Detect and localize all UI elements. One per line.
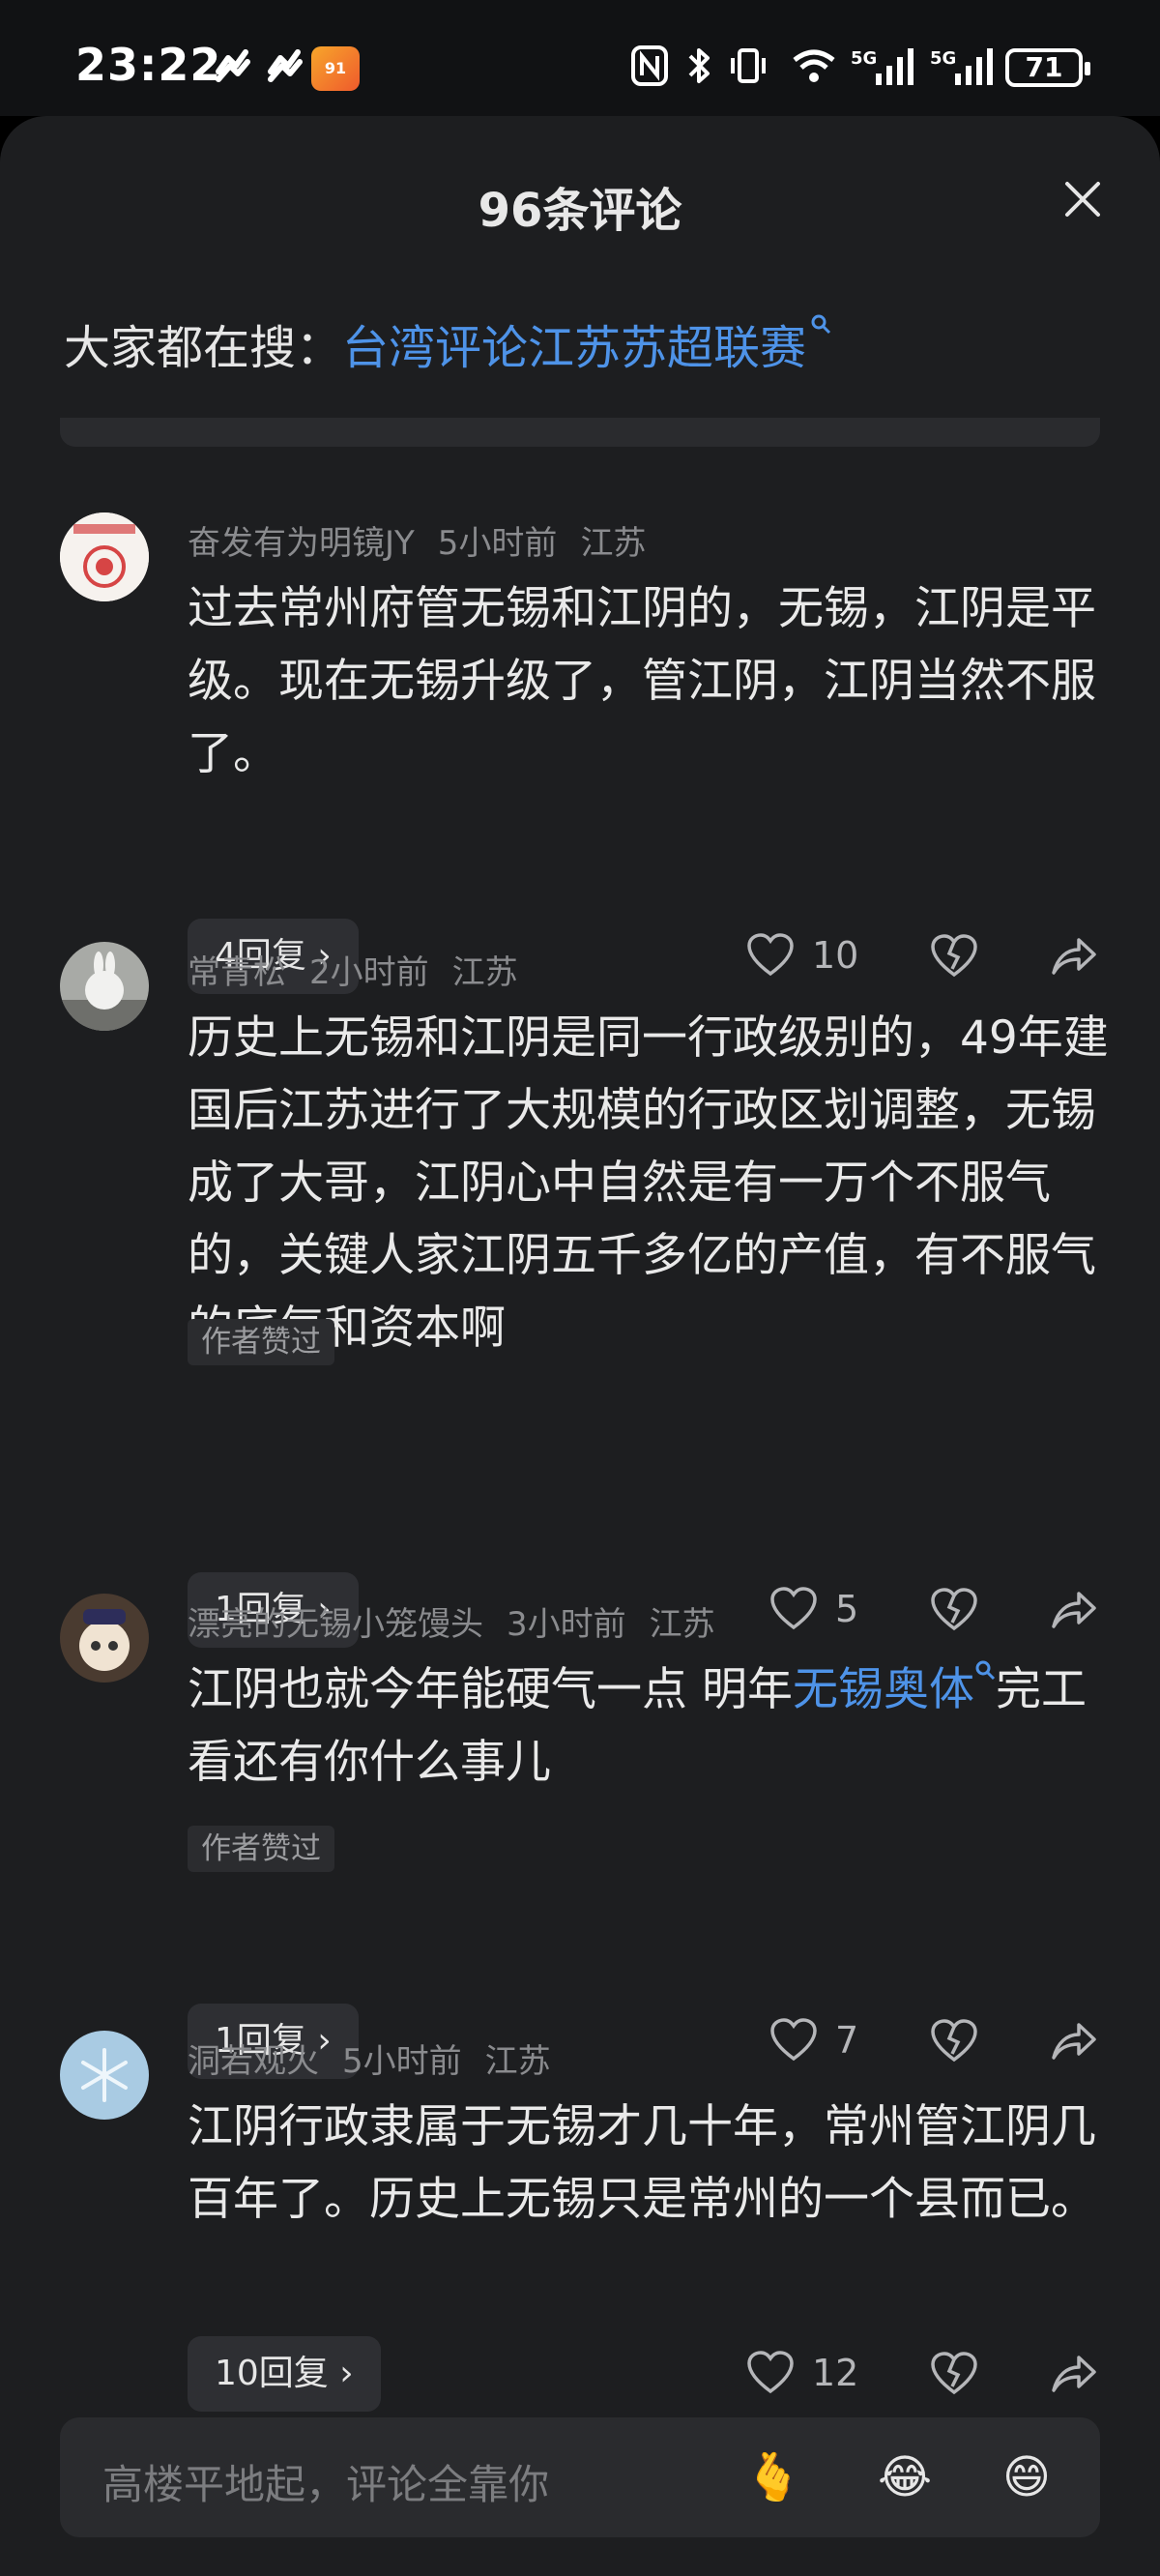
author-liked-badge: 作者赞过: [188, 1826, 334, 1872]
app-notification-icon: 91: [311, 46, 360, 91]
avatar-image: [60, 2031, 149, 2120]
search-icon: [975, 1660, 996, 1681]
like-count: 12: [812, 2352, 859, 2394]
comment-meta: 常青松 2小时前 江苏: [188, 946, 541, 993]
comment-text: 江阴也就今年能硬气一点 明年无锡奥体 完工 看还有你什么事儿: [188, 1654, 1116, 1799]
close-icon[interactable]: [1059, 176, 1106, 222]
comment-text-part: 江阴也就今年能硬气一点 明年: [188, 1663, 793, 1716]
comment-actions: 12: [0, 2344, 1160, 2402]
author-liked-badge: 作者赞过: [188, 1319, 334, 1365]
emoji-heart-hands-button[interactable]: 🫰: [737, 2441, 810, 2514]
comment-text: 过去常州府管无锡和江阴的，无锡，江阴是平级。现在无锡升级了，管江阴，江阴当然不服…: [188, 582, 1096, 780]
comment-text: 历史上无锡和江阴是同一行政级别的，49年建国后江苏进行了大规模的行政区划调整，无…: [188, 1011, 1109, 1355]
hot-search-prefix: 大家都在搜：: [64, 321, 343, 375]
heart-icon: [747, 933, 794, 977]
timestamp: 5小时前: [437, 524, 558, 563]
username[interactable]: 洞若观火: [188, 2042, 319, 2081]
clock: 23:22: [75, 39, 222, 91]
divider: [60, 418, 1100, 447]
avatar[interactable]: [60, 512, 149, 601]
username[interactable]: 漂亮的无锡小笼馒头: [188, 1605, 483, 1644]
bluetooth-icon: [688, 48, 710, 83]
comment-actions: 10: [0, 926, 1160, 984]
share-icon[interactable]: [1050, 1588, 1098, 1632]
username[interactable]: 常青松: [188, 953, 286, 992]
location: 江苏: [580, 524, 647, 563]
broken-heart-icon[interactable]: [930, 2019, 978, 2064]
topic-link[interactable]: 无锡奥体: [793, 1663, 974, 1716]
like-button[interactable]: 5: [769, 1580, 858, 1638]
comment-count-title: 96条评论: [478, 184, 682, 238]
tiktok-notification-icon: [216, 49, 250, 82]
comment-meta: 漂亮的无锡小笼馒头 3小时前 江苏: [188, 1597, 739, 1645]
comment-text: 江阴行政隶属于无锡才几十年，常州管江阴几百年了。历史上无锡只是常州的一个县而已。: [188, 2100, 1096, 2226]
location: 江苏: [484, 2042, 551, 2081]
broken-heart-icon[interactable]: [930, 1588, 978, 1632]
avatar[interactable]: [60, 942, 149, 1031]
avatar[interactable]: [60, 1594, 149, 1683]
avatar[interactable]: [60, 2031, 149, 2120]
hot-search-link[interactable]: 台湾评论江苏苏超联赛: [342, 321, 806, 375]
share-icon[interactable]: [1050, 2019, 1098, 2064]
emoji-laugh-cry-button[interactable]: 😂: [868, 2441, 942, 2514]
wifi-icon: [793, 49, 835, 82]
battery-indicator: 71: [1005, 48, 1090, 87]
location: 江苏: [649, 1605, 715, 1644]
signal-icon-1: [876, 48, 914, 85]
username[interactable]: 奋发有为明镜JY: [188, 524, 415, 563]
vibrate-icon: [731, 48, 766, 83]
heart-icon: [747, 2351, 794, 2394]
like-button[interactable]: 12: [746, 2344, 858, 2402]
hot-search-bar: 大家都在搜：台湾评论江苏苏超联赛: [64, 309, 831, 377]
tiktok-notification-icon-2: [268, 49, 303, 82]
timestamp: 5小时前: [342, 2042, 462, 2081]
like-button[interactable]: 10: [746, 926, 858, 984]
broken-heart-icon[interactable]: [930, 2352, 978, 2396]
search-icon: [811, 314, 831, 335]
share-icon[interactable]: [1050, 934, 1098, 979]
status-bar: 23:22 91 5G 5G 71: [0, 0, 1160, 116]
heart-icon: [770, 1587, 817, 1630]
location: 江苏: [451, 953, 518, 992]
heart-icon: [770, 2018, 817, 2062]
avatar-image: [60, 942, 149, 1031]
comment-sheet: 96条评论 大家都在搜：台湾评论江苏苏超联赛 奋发有为明镜JY 5小时前 江苏 过去…: [0, 116, 1160, 2576]
share-icon[interactable]: [1050, 2352, 1098, 2396]
signal-icon-2: [955, 48, 993, 85]
like-count: 5: [835, 1588, 859, 1630]
broken-heart-icon[interactable]: [930, 934, 978, 979]
comment-meta: 洞若观火 5小时前 江苏: [188, 2034, 574, 2082]
comment-meta: 奋发有为明镜JY 5小时前 江苏: [188, 516, 669, 564]
avatar-image: [60, 1594, 149, 1683]
timestamp: 3小时前: [507, 1605, 626, 1644]
comment-input-placeholder: 高楼平地起，评论全靠你: [102, 2461, 550, 2508]
timestamp: 2小时前: [309, 953, 429, 992]
like-count: 10: [812, 934, 859, 977]
nfc-icon: [631, 45, 668, 86]
avatar-image: [60, 512, 149, 601]
emoji-grin-button[interactable]: 😄: [990, 2441, 1063, 2514]
like-count: 7: [835, 2019, 859, 2062]
comment-input[interactable]: 高楼平地起，评论全靠你 🫰 😂 😄: [60, 2417, 1100, 2537]
comment-actions: 7: [0, 2011, 1160, 2069]
like-button[interactable]: 7: [769, 2011, 858, 2069]
